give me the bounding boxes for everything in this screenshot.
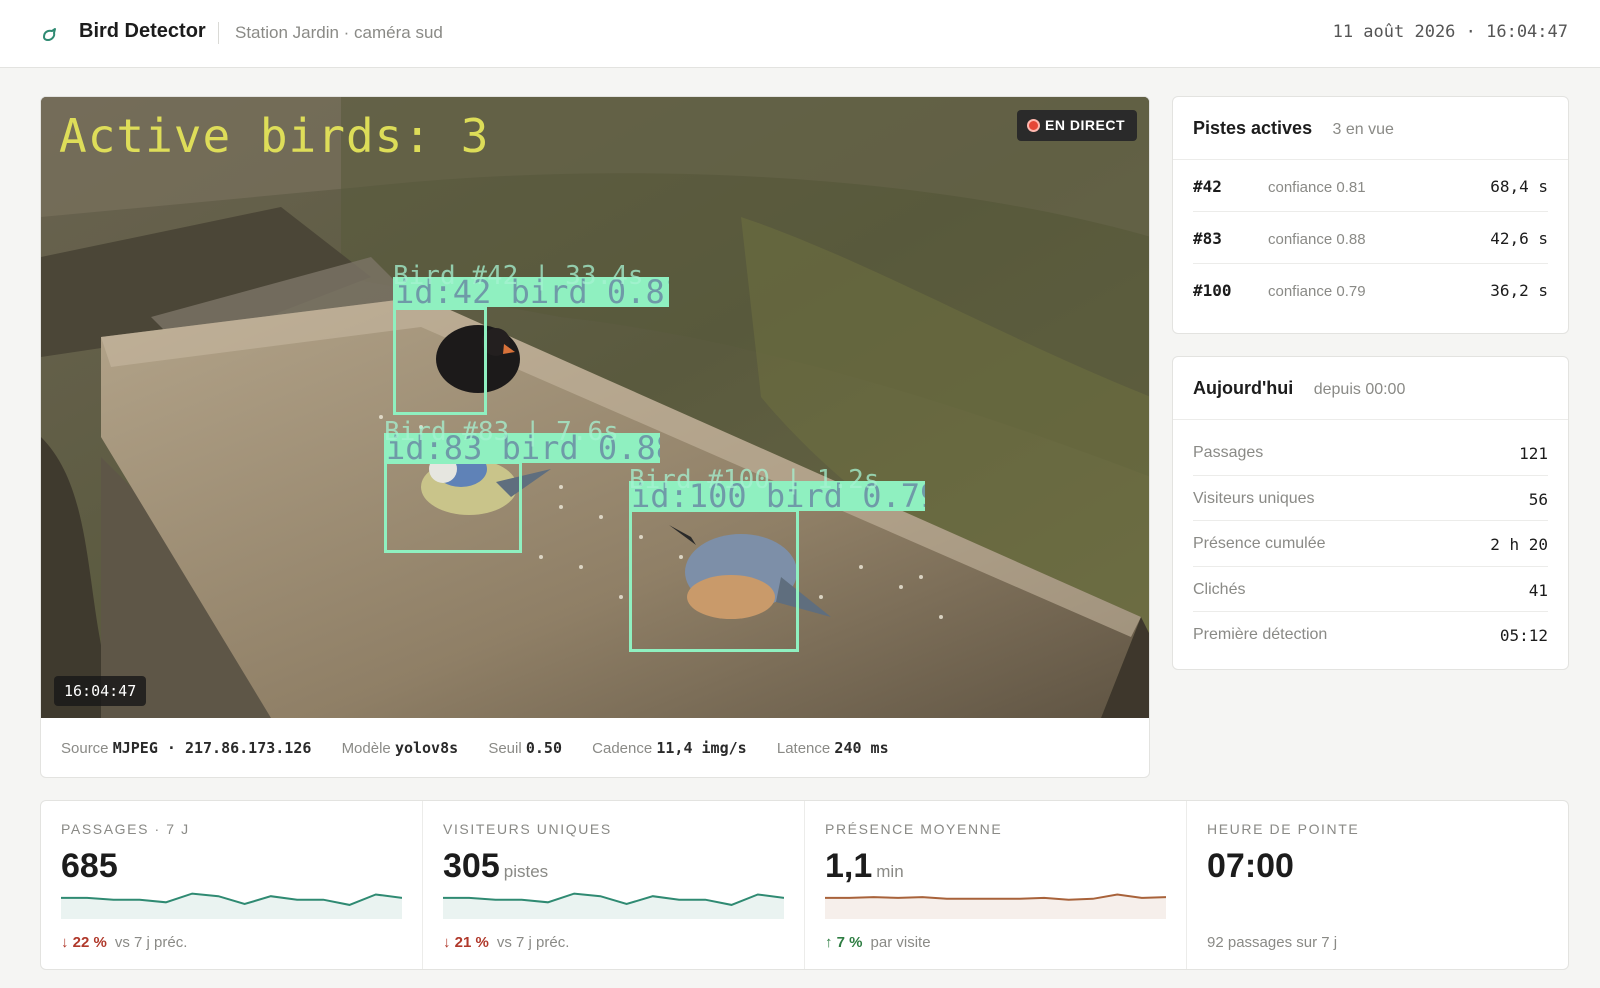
active-tracks-card: Pistes actives 3 en vue #42 confiance 0.… <box>1172 96 1569 334</box>
delta-note: vs 7 j préc. <box>114 934 188 951</box>
live-badge: EN DIRECT <box>1017 110 1137 141</box>
stat-row-snapshots: Clichés 41 <box>1193 567 1548 612</box>
stat-value: 2 h 20 <box>1490 535 1548 554</box>
stream-model: Modèle yolov8s <box>341 739 459 757</box>
sparkline <box>61 892 402 919</box>
camera-scene <box>41 97 1149 718</box>
track-duration: 68,4 s <box>1490 177 1548 196</box>
live-dot-icon <box>1027 119 1041 132</box>
kpi-delta: 92 passages sur 7 j <box>1207 934 1337 951</box>
kpi-label: Heure de pointe <box>1207 821 1360 837</box>
detection-track-label: Bird #83 | 7.6s <box>384 417 619 447</box>
delta-note: par visite <box>870 934 931 951</box>
kpi-unique-visitors: Visiteurs uniques 305 pistes ↓ 21 % vs 7 j… <box>423 801 805 969</box>
sparkline <box>825 893 1166 919</box>
active-birds-overlay: Active birds: 3 <box>59 109 490 163</box>
stream-latency: Latence 240 ms <box>776 739 889 757</box>
kpi-strip: Passages · 7 j 685 ↓ 22 % vs 7 j préc. Vi… <box>40 800 1569 970</box>
today-since: depuis 00:00 <box>1313 381 1406 398</box>
stream-threshold: Seuil 0.50 <box>488 739 562 757</box>
delta-value: ↓ 22 % <box>61 934 107 951</box>
stat-label: Première détection <box>1193 626 1328 643</box>
active-tracks-title: Pistes actives <box>1193 118 1313 138</box>
detection-box[interactable] <box>629 509 799 652</box>
stat-label: Passages <box>1193 444 1264 461</box>
delta-note: 92 passages sur 7 j <box>1207 934 1338 951</box>
station-name: Station Jardin · caméra sud <box>235 23 443 42</box>
stat-value: 41 <box>1528 580 1548 600</box>
today-title: Aujourd'hui <box>1193 378 1294 398</box>
stat-label: Visiteurs uniques <box>1193 489 1315 507</box>
sparkline <box>443 892 784 919</box>
delta-value: ↓ 21 % <box>443 934 489 951</box>
stream-rate: Cadence 11,4 img/s <box>592 739 747 757</box>
track-id: #83 <box>1193 229 1222 248</box>
detection-box[interactable] <box>384 461 522 553</box>
live-label: EN DIRECT <box>1045 117 1125 133</box>
stat-value: 05:12 <box>1499 626 1548 645</box>
kpi-delta: ↓ 21 % vs 7 j préc. <box>443 934 569 951</box>
kpi-label: Visiteurs uniques <box>443 821 612 837</box>
track-confidence: confiance 0.79 <box>1268 283 1366 300</box>
kpi-label: Passages · 7 j <box>61 821 190 837</box>
video-panel: Active birds: 3 EN DIRECT id:42 bird 0.8… <box>40 96 1150 778</box>
stat-row-unique-visitors: Visiteurs uniques 56 <box>1193 476 1548 521</box>
kpi-delta: ↑ 7 % par visite <box>825 934 931 951</box>
stream-info-bar: Source MJPEG · 217.86.173.126 Modèle yol… <box>41 718 1149 777</box>
bird-logo-icon <box>43 28 56 41</box>
stat-value: 56 <box>1528 489 1548 509</box>
kpi-value: 305 pistes <box>443 847 549 885</box>
kpi-value: 685 <box>61 847 118 885</box>
track-id: #42 <box>1193 177 1222 196</box>
sparkline-area <box>443 893 784 919</box>
stream-source: Source MJPEG · 217.86.173.126 <box>61 739 312 757</box>
kpi-peak-hour: Heure de pointe 07:00 92 passages sur 7 … <box>1187 801 1568 969</box>
sparkline-area <box>61 893 402 919</box>
detection-track-label: Bird #42 | 33.4s <box>393 261 644 291</box>
track-id: #100 <box>1193 281 1232 300</box>
track-confidence: confiance 0.88 <box>1268 231 1366 248</box>
detection-box[interactable] <box>393 307 487 415</box>
delta-value: ↑ 7 % <box>825 934 863 951</box>
header-divider <box>218 22 219 44</box>
app-header: Bird Detector Station Jardin · caméra su… <box>0 0 1600 68</box>
stat-row-presence: Présence cumulée 2 h 20 <box>1193 521 1548 567</box>
kpi-delta: ↓ 22 % vs 7 j préc. <box>61 934 187 951</box>
stat-label: Clichés <box>1193 580 1246 598</box>
kpi-passages: Passages · 7 j 685 ↓ 22 % vs 7 j préc. <box>41 801 423 969</box>
camera-feed[interactable]: Active birds: 3 EN DIRECT id:42 bird 0.8… <box>41 97 1149 718</box>
app-title: Bird Detector <box>79 20 206 42</box>
stat-label: Présence cumulée <box>1193 535 1326 552</box>
track-confidence: confiance 0.81 <box>1268 179 1366 196</box>
header-clock: 11 août 2026 · 16:04:47 <box>1332 22 1568 42</box>
kpi-value: 07:00 <box>1207 847 1294 885</box>
stat-row-passages: Passages 121 <box>1193 430 1548 476</box>
video-timestamp: 16:04:47 <box>54 676 147 706</box>
today-stats: Passages 121 Visiteurs uniques 56 Présen… <box>1173 420 1568 658</box>
track-duration: 42,6 s <box>1490 229 1548 248</box>
track-row[interactable]: #42 confiance 0.81 68,4 s <box>1193 160 1548 212</box>
active-tracks-header: Pistes actives 3 en vue <box>1173 97 1568 160</box>
track-duration: 36,2 s <box>1490 281 1548 300</box>
active-tracks-count: 3 en vue <box>1332 121 1394 138</box>
today-header: Aujourd'hui depuis 00:00 <box>1173 357 1568 420</box>
detection-track-label: Bird #100 | 1.2s <box>629 465 880 495</box>
track-row[interactable]: #83 confiance 0.88 42,6 s <box>1193 212 1548 264</box>
stat-row-first-detection: Première détection 05:12 <box>1193 612 1548 658</box>
delta-note: vs 7 j préc. <box>496 934 570 951</box>
kpi-label: Présence moyenne <box>825 821 1003 837</box>
kpi-average-presence: Présence moyenne 1,1 min ↑ 7 % par visite <box>805 801 1187 969</box>
track-row[interactable]: #100 confiance 0.79 36,2 s <box>1193 264 1548 316</box>
today-card: Aujourd'hui depuis 00:00 Passages 121 Vi… <box>1172 356 1569 670</box>
kpi-value: 1,1 min <box>825 847 904 885</box>
stat-value: 121 <box>1519 444 1548 463</box>
